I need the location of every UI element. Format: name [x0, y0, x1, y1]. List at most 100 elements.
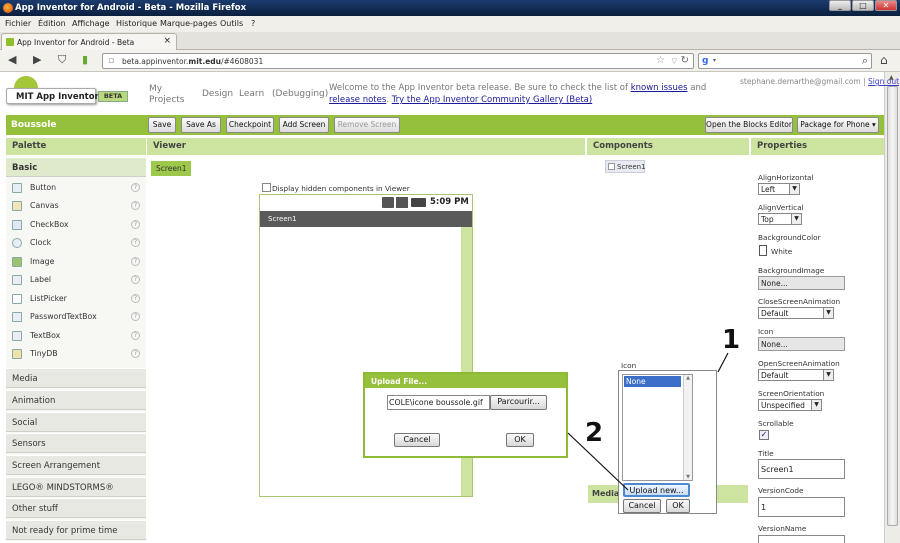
menu-edition[interactable]: Édition: [38, 19, 66, 28]
reload-icon[interactable]: ↻: [681, 55, 689, 66]
align-vertical-label: AlignVertical: [758, 203, 804, 212]
palette-category-not-ready[interactable]: Not ready for prime time: [6, 520, 146, 540]
palette-category-animation[interactable]: Animation: [6, 390, 146, 410]
design-link[interactable]: Design: [202, 89, 233, 99]
asset-option-none[interactable]: None: [624, 376, 681, 387]
palette-category-sensors[interactable]: Sensors: [6, 433, 146, 453]
palette-category-lego[interactable]: LEGO® MINDSTORMS®: [6, 477, 146, 497]
back-icon[interactable]: ◀: [8, 53, 16, 66]
properties-header: Properties: [751, 138, 884, 155]
shield-icon[interactable]: ⛉: [58, 53, 66, 67]
chevron-down-icon: ▼: [811, 400, 821, 410]
save-as-button[interactable]: Save As: [181, 117, 221, 133]
search-box[interactable]: g ▾ ⌕: [698, 53, 872, 69]
menu-help[interactable]: ?: [251, 19, 255, 28]
icon-picker[interactable]: None...: [758, 337, 845, 351]
gallery-link[interactable]: Try the App Inventor Community Gallery (…: [392, 95, 593, 105]
icon-cancel-button[interactable]: Cancel: [623, 499, 661, 513]
forward-icon[interactable]: ▶: [33, 53, 41, 66]
tab-close-icon[interactable]: ×: [163, 36, 171, 46]
upload-ok-button[interactable]: OK: [506, 433, 534, 447]
close-screen-animation-select[interactable]: Default ▼: [758, 307, 834, 319]
minimize-button[interactable]: _: [829, 0, 851, 11]
asset-list[interactable]: None ▲ ▼: [622, 374, 693, 481]
palette-category-social[interactable]: Social: [6, 412, 146, 432]
chevron-down-icon: ▼: [789, 184, 799, 194]
bookmark-star-icon[interactable]: ☆: [656, 55, 665, 66]
help-icon[interactable]: ?: [131, 294, 140, 303]
background-image-picker[interactable]: None...: [758, 276, 845, 290]
asset-list-scrollbar[interactable]: ▲ ▼: [683, 375, 692, 480]
palette-category-screen-arrangement[interactable]: Screen Arrangement: [6, 455, 146, 475]
menu-marque-pages[interactable]: Marque-pages: [160, 19, 217, 28]
browser-tab[interactable]: App Inventor for Android - Beta ×: [1, 33, 177, 50]
screen1-tab[interactable]: Screen1: [151, 161, 191, 176]
menu-historique[interactable]: Historique: [116, 19, 157, 28]
add-screen-button[interactable]: Add Screen: [279, 117, 329, 133]
palette-basic-category[interactable]: Basic: [6, 157, 146, 177]
release-notes-link[interactable]: release notes: [329, 95, 386, 105]
align-vertical-select[interactable]: Top ▼: [758, 213, 802, 225]
my-projects-link[interactable]: My Projects: [149, 84, 187, 106]
engine-dropdown-icon[interactable]: ▾: [713, 57, 716, 64]
menu-affichage[interactable]: Affichage: [72, 19, 110, 28]
version-code-input[interactable]: 1: [758, 497, 845, 517]
signal-icon[interactable]: ▮: [82, 53, 88, 66]
help-icon[interactable]: ?: [131, 275, 140, 284]
open-blocks-editor-button[interactable]: Open the Blocks Editor: [705, 117, 793, 133]
home-icon[interactable]: ⌂: [880, 53, 888, 67]
checkpoint-button[interactable]: Checkpoint: [226, 117, 274, 133]
app-inventor-logo[interactable]: MIT App Inventor BETA: [6, 76, 128, 106]
search-icon[interactable]: ⌕: [862, 54, 868, 68]
maximize-button[interactable]: □: [852, 0, 874, 11]
file-path-input[interactable]: COLE\icone boussole.gif: [387, 395, 490, 410]
upload-cancel-button[interactable]: Cancel: [394, 433, 440, 447]
phone-screen-title: Screen1: [260, 211, 472, 227]
palette-category-other[interactable]: Other stuff: [6, 498, 146, 518]
remove-screen-button[interactable]: Remove Screen: [334, 117, 400, 133]
menu-fichier[interactable]: Fichier: [5, 19, 31, 28]
sign-out-link[interactable]: Sign out: [868, 77, 899, 86]
help-icon[interactable]: ?: [131, 312, 140, 321]
align-horizontal-select[interactable]: Left ▼: [758, 183, 800, 195]
url-bar[interactable]: ▫ beta.appinventor.mit.edu/#4608031 ☆ ▽ …: [102, 53, 694, 69]
dropdown-arrow-icon[interactable]: ▽: [672, 57, 677, 65]
icon-ok-button[interactable]: OK: [666, 499, 690, 513]
annotation-number-1: 1: [722, 325, 741, 355]
label-icon: [12, 275, 22, 285]
help-icon[interactable]: ?: [131, 257, 140, 266]
known-issues-link[interactable]: known issues: [631, 83, 688, 93]
network-icon: [382, 197, 394, 208]
scroll-thumb[interactable]: [887, 86, 898, 526]
background-color-value[interactable]: White: [771, 247, 792, 256]
menu-bar: Fichier Édition Affichage Historique Mar…: [0, 16, 900, 32]
browse-button[interactable]: Parcourir...: [490, 395, 547, 410]
help-icon[interactable]: ?: [131, 183, 140, 192]
help-icon[interactable]: ?: [131, 201, 140, 210]
hidden-components-checkbox[interactable]: [262, 183, 271, 192]
page-scrollbar[interactable]: ▲: [884, 72, 900, 543]
learn-link[interactable]: Learn: [239, 89, 264, 99]
component-tree-screen1[interactable]: Screen1: [605, 160, 646, 173]
version-name-input[interactable]: [758, 535, 845, 543]
version-code-label: VersionCode: [758, 486, 804, 495]
help-icon[interactable]: ?: [131, 331, 140, 340]
help-icon[interactable]: ?: [131, 238, 140, 247]
package-for-phone-button[interactable]: Package for Phone ▾: [797, 117, 879, 133]
button-icon: [12, 183, 22, 193]
icon-label: Icon: [758, 327, 774, 336]
help-icon[interactable]: ?: [131, 349, 140, 358]
title-input[interactable]: Screen1: [758, 459, 845, 479]
palette-category-media[interactable]: Media: [6, 368, 146, 388]
scrollable-checkbox[interactable]: ✓: [759, 430, 769, 440]
open-screen-animation-select[interactable]: Default ▼: [758, 369, 834, 381]
color-swatch[interactable]: [759, 245, 767, 256]
help-icon[interactable]: ?: [131, 220, 140, 229]
screen-orientation-select[interactable]: Unspecified ▼: [758, 399, 822, 411]
save-button[interactable]: Save: [148, 117, 176, 133]
debugging-link[interactable]: (Debugging): [272, 89, 328, 99]
close-window-button[interactable]: ✕: [875, 0, 897, 11]
upload-new-button[interactable]: Upload new...: [623, 483, 690, 497]
phone-status-bar: 5:09 PM: [260, 195, 472, 211]
menu-outils[interactable]: Outils: [220, 19, 243, 28]
